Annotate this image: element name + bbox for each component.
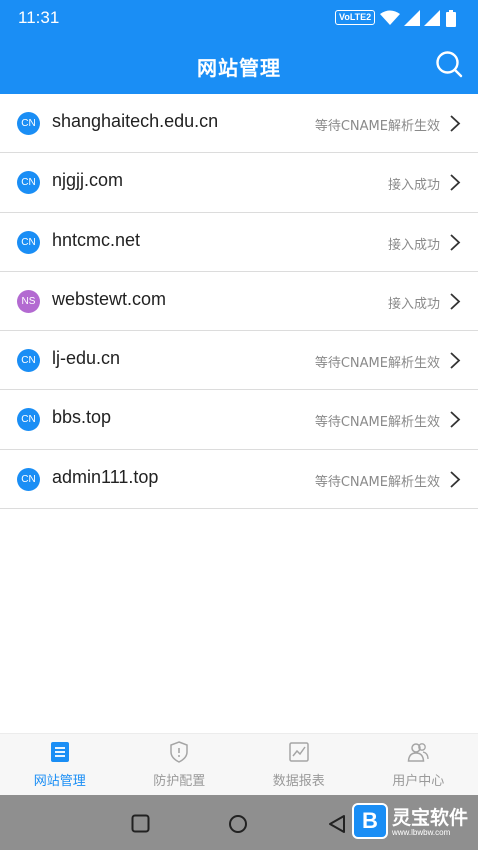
status-time: 11:31 <box>18 8 60 27</box>
chevron-right-icon <box>450 293 461 310</box>
chevron-right-icon <box>450 471 461 488</box>
site-status: 等待CNAME解析生效 <box>314 474 440 490</box>
site-type-badge: CN <box>17 112 40 135</box>
chevron-right-icon <box>450 411 461 429</box>
tab-user-center[interactable]: 用户中心 <box>359 734 478 796</box>
watermark-logo: B <box>352 803 388 839</box>
site-type-badge: NS <box>17 289 40 313</box>
users-icon <box>407 743 429 762</box>
site-status: 接入成功 <box>387 237 440 253</box>
site-domain: lj-edu.cn <box>52 348 121 369</box>
shield-icon <box>170 741 188 763</box>
app-header: 网站管理 <box>0 36 478 94</box>
signal-2-icon <box>424 10 440 26</box>
battery-icon <box>446 10 456 27</box>
site-row[interactable]: NS webstewt.com 接入成功 <box>0 272 478 332</box>
watermark-url: www.lbwbw.com <box>392 828 451 837</box>
tab-protection-config[interactable]: 防护配置 <box>120 734 240 796</box>
watermark: B 灵宝软件 www.lbwbw.com <box>352 803 472 843</box>
chevron-right-icon <box>450 352 461 369</box>
chevron-right-icon <box>450 115 461 132</box>
signal-icon <box>404 10 420 26</box>
site-type-badge: CN <box>17 171 40 195</box>
site-type-badge: CN <box>17 349 40 373</box>
site-domain: shanghaitech.edu.cn <box>52 111 219 131</box>
page-title: 网站管理 <box>197 56 281 80</box>
status-bar: 11:31 VoLTE2 <box>0 0 478 36</box>
site-domain: njgjj.com <box>52 170 124 191</box>
site-type-badge: CN <box>17 408 40 432</box>
search-icon[interactable] <box>434 49 464 79</box>
site-list-icon <box>50 742 69 762</box>
tab-data-report[interactable]: 数据报表 <box>239 734 359 796</box>
site-row[interactable]: CN lj-edu.cn 等待CNAME解析生效 <box>0 331 478 391</box>
site-status: 接入成功 <box>387 178 440 194</box>
site-list: CN shanghaitech.edu.cn 等待CNAME解析生效 CN njgjj.… <box>0 94 478 510</box>
recent-apps-icon[interactable] <box>131 814 150 833</box>
site-row[interactable]: CN admin111.top 等待CNAME解析生效 <box>0 450 478 510</box>
bottom-tab-bar: 网站管理 防护配置 数据报表 用户中心 <box>0 733 478 795</box>
wifi-icon <box>380 10 400 25</box>
home-icon[interactable] <box>228 814 248 834</box>
site-status: 等待CNAME解析生效 <box>314 119 440 134</box>
tab-label: 防护配置 <box>153 774 206 789</box>
site-status: 接入成功 <box>387 296 440 312</box>
chart-icon <box>289 742 309 762</box>
site-row[interactable]: CN shanghaitech.edu.cn 等待CNAME解析生效 <box>0 94 478 154</box>
site-status: 等待CNAME解析生效 <box>314 415 440 431</box>
site-row[interactable]: CN bbs.top 等待CNAME解析生效 <box>0 390 478 450</box>
site-row[interactable]: CN njgjj.com 接入成功 <box>0 153 478 213</box>
volte-indicator: VoLTE2 <box>335 10 376 25</box>
chevron-right-icon <box>450 233 461 251</box>
back-icon[interactable] <box>328 814 346 834</box>
tab-site-management[interactable]: 网站管理 <box>0 734 120 796</box>
site-domain: admin111.top <box>52 466 159 487</box>
chevron-right-icon <box>450 174 461 191</box>
tab-label: 数据报表 <box>272 774 325 789</box>
site-row[interactable]: CN hntcmc.net 接入成功 <box>0 213 478 272</box>
site-domain: webstewt.com <box>52 288 167 309</box>
site-type-badge: CN <box>17 230 40 254</box>
site-domain: bbs.top <box>52 407 112 428</box>
site-type-badge: CN <box>17 467 40 491</box>
tab-label: 网站管理 <box>33 774 86 789</box>
site-status: 等待CNAME解析生效 <box>314 356 440 372</box>
watermark-name: 灵宝软件 <box>392 807 469 829</box>
site-domain: hntcmc.net <box>52 229 141 250</box>
tab-label: 用户中心 <box>392 774 445 789</box>
